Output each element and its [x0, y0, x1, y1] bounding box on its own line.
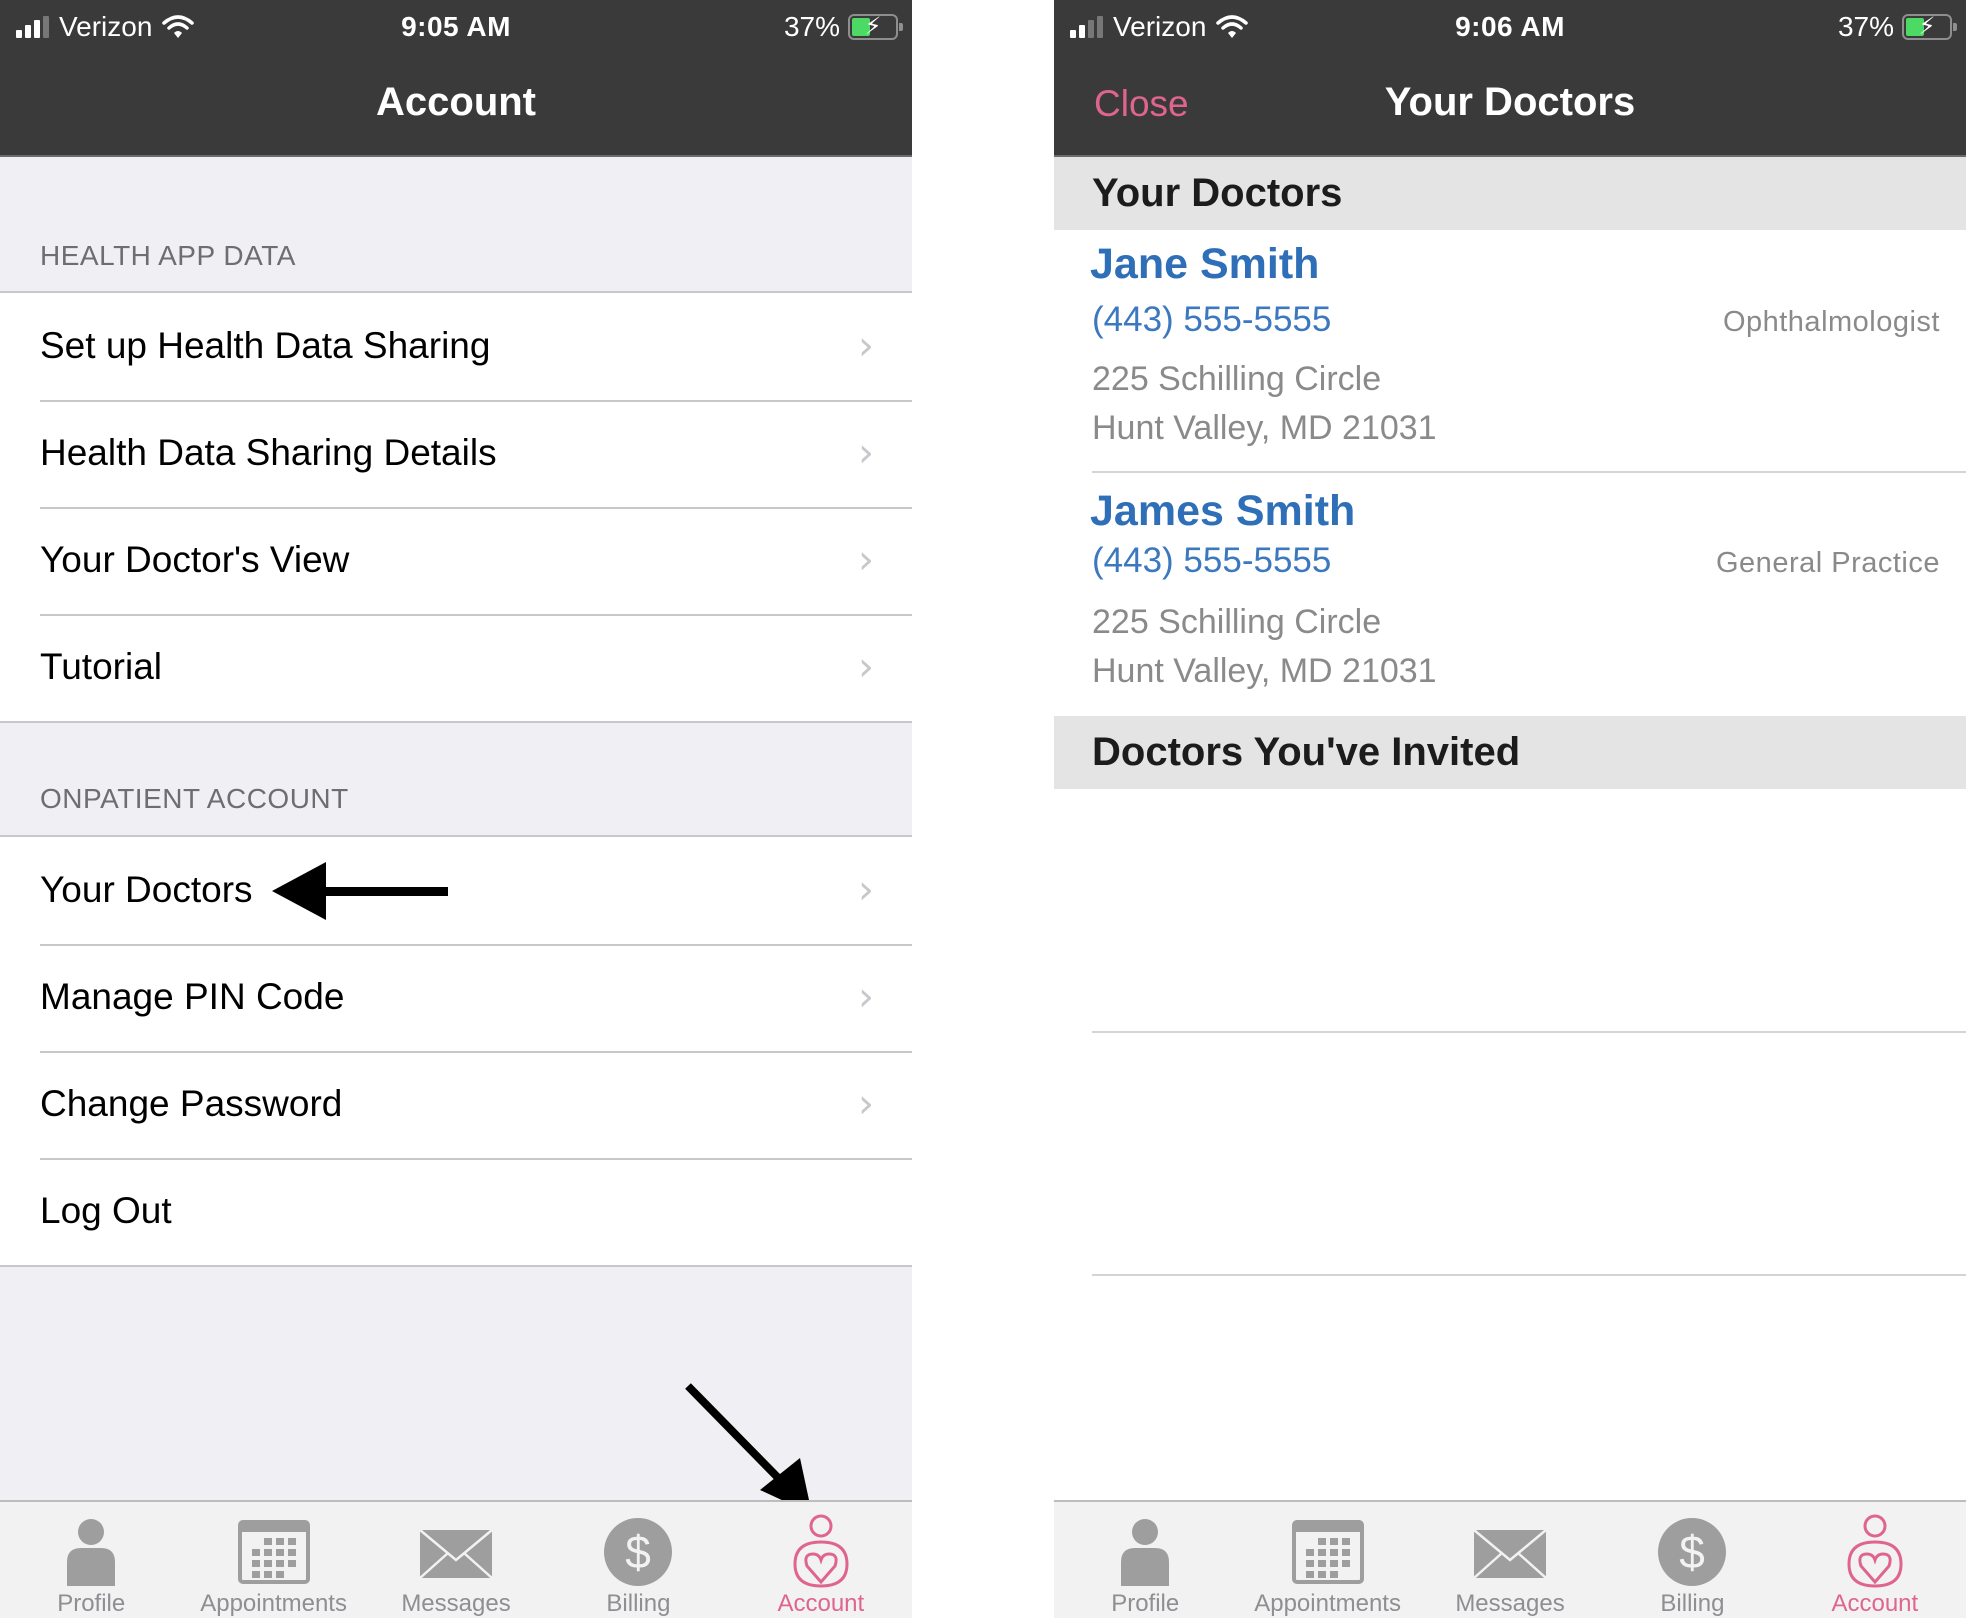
- menu-item-label: Your Doctor's View: [40, 539, 350, 580]
- menu-item-tutorial[interactable]: Tutorial ›: [0, 614, 912, 721]
- menu-item-label: Change Password: [40, 1083, 343, 1124]
- svg-text:$: $: [1680, 1526, 1706, 1578]
- charging-bolt-icon: ⚡: [1918, 13, 1936, 40]
- navigation-bar: Close Your Doctors: [1054, 55, 1966, 157]
- menu-item-health-data-sharing-details[interactable]: Health Data Sharing Details ›: [0, 400, 912, 507]
- battery-icon: ⚡: [848, 13, 903, 40]
- page-title: Your Doctors: [1384, 80, 1636, 124]
- dollar-icon: $: [604, 1518, 673, 1586]
- doctor-address-line1: 225 Schilling Circle: [1092, 603, 1382, 641]
- person-icon: [67, 1519, 116, 1586]
- tab-messages[interactable]: Messages: [365, 1502, 547, 1618]
- tab-billing[interactable]: $ Billing: [547, 1502, 729, 1618]
- battery-icon: ⚡: [1902, 13, 1957, 40]
- menu-item-label: Your Doctors: [40, 869, 253, 910]
- tab-account[interactable]: Account: [730, 1502, 912, 1618]
- menu-item-label: Health Data Sharing Details: [40, 432, 497, 473]
- dollar-icon: $: [1658, 1518, 1727, 1586]
- tab-bar: Profile Appointments Messages $ Billing …: [0, 1500, 912, 1618]
- doctor-address-line2: Hunt Valley, MD 21031: [1092, 409, 1437, 447]
- section-header-onpatient-account: ONPATIENT ACCOUNT: [40, 783, 349, 814]
- tab-label: Messages: [1455, 1590, 1565, 1617]
- chevron-right-icon: ›: [858, 323, 874, 369]
- menu-item-label: Tutorial: [40, 646, 163, 687]
- doctor-phone-link[interactable]: (443) 555-5555: [1092, 300, 1331, 340]
- tab-label: Profile: [1111, 1590, 1180, 1617]
- menu-item-your-doctors-view[interactable]: Your Doctor's View ›: [0, 507, 912, 614]
- tab-label: Account: [1831, 1590, 1919, 1617]
- clock: 9:05 AM: [401, 11, 511, 42]
- empty-row-divider: [1092, 1031, 1966, 1033]
- svg-text:$: $: [626, 1526, 652, 1578]
- battery-percent: 37%: [1837, 11, 1894, 42]
- your-doctors-screen: Verizon 9:06 AM 37% ⚡ Close Your Doctors…: [1054, 0, 1966, 1618]
- doctor-specialty: Ophthalmologist: [1722, 306, 1940, 338]
- navigation-bar: Account: [0, 55, 912, 157]
- tab-label: Account: [777, 1590, 865, 1617]
- tab-label: Appointments: [1254, 1590, 1401, 1617]
- doctor-name[interactable]: Jane Smith: [1090, 240, 1319, 289]
- battery-percent: 37%: [783, 11, 840, 42]
- tab-bar: Profile Appointments Messages $ Billing …: [1054, 1500, 1966, 1618]
- section-header-doctors-invited: Doctors You've Invited: [1054, 716, 1966, 789]
- tab-appointments[interactable]: Appointments: [182, 1502, 364, 1618]
- tab-profile[interactable]: Profile: [0, 1502, 182, 1618]
- account-heart-icon: [1847, 1514, 1903, 1588]
- menu-item-log-out[interactable]: Log Out: [0, 1158, 912, 1265]
- envelope-icon: [419, 1529, 493, 1579]
- doctor-name[interactable]: James Smith: [1090, 487, 1355, 536]
- annotation-arrow-diagonal: [685, 1383, 812, 1514]
- chevron-right-icon: ›: [858, 430, 874, 476]
- calendar-icon: [237, 1520, 310, 1584]
- tab-label: Billing: [606, 1590, 671, 1617]
- doctor-list-item[interactable]: Jane Smith (443) 555-5555 Ophthalmologis…: [1054, 230, 1966, 473]
- tab-billing[interactable]: $ Billing: [1601, 1502, 1783, 1618]
- tab-profile[interactable]: Profile: [1054, 1502, 1236, 1618]
- chevron-right-icon: ›: [858, 867, 874, 913]
- chevron-right-icon: ›: [858, 644, 874, 690]
- tab-account[interactable]: Account: [1784, 1502, 1966, 1618]
- doctor-address-line2: Hunt Valley, MD 21031: [1092, 652, 1437, 690]
- tab-label: Appointments: [200, 1590, 347, 1617]
- chevron-right-icon: ›: [858, 1081, 874, 1127]
- section-title: Doctors You've Invited: [1092, 730, 1521, 774]
- envelope-icon: [1473, 1529, 1547, 1579]
- tab-label: Profile: [57, 1590, 126, 1617]
- status-bar: Verizon 9:06 AM 37% ⚡: [1054, 0, 1966, 55]
- doctor-specialty: General Practice: [1716, 547, 1940, 579]
- status-bar: Verizon 9:05 AM 37% ⚡: [0, 0, 912, 55]
- doctor-address-line1: 225 Schilling Circle: [1092, 360, 1382, 398]
- account-screen: Verizon 9:05 AM 37% ⚡ Account HEALTH APP…: [0, 0, 912, 1618]
- empty-row-divider: [1092, 1274, 1966, 1276]
- menu-item-label: Set up Health Data Sharing: [40, 325, 491, 366]
- health-app-data-group: Set up Health Data Sharing › Health Data…: [0, 291, 912, 723]
- tab-appointments[interactable]: Appointments: [1236, 1502, 1418, 1618]
- tab-label: Messages: [401, 1590, 511, 1617]
- clock: 9:06 AM: [1455, 11, 1565, 42]
- menu-item-setup-health-data-sharing[interactable]: Set up Health Data Sharing ›: [0, 293, 912, 400]
- menu-item-label: Log Out: [40, 1190, 172, 1231]
- section-title: Your Doctors: [1092, 171, 1343, 215]
- doctor-phone-link[interactable]: (443) 555-5555: [1092, 541, 1331, 581]
- page-title: Account: [376, 80, 536, 124]
- onpatient-account-group: Your Doctors › Manage PIN Code › Change …: [0, 835, 912, 1267]
- charging-bolt-icon: ⚡: [864, 13, 882, 40]
- tab-label: Billing: [1660, 1590, 1725, 1617]
- menu-item-manage-pin-code[interactable]: Manage PIN Code ›: [0, 944, 912, 1051]
- tab-messages[interactable]: Messages: [1419, 1502, 1601, 1618]
- chevron-right-icon: ›: [858, 974, 874, 1020]
- calendar-icon: [1291, 1520, 1364, 1584]
- section-header-health-app-data: HEALTH APP DATA: [40, 240, 296, 271]
- chevron-right-icon: ›: [858, 537, 874, 583]
- menu-item-your-doctors[interactable]: Your Doctors ›: [0, 837, 912, 944]
- doctor-list-item[interactable]: James Smith (443) 555-5555 General Pract…: [1054, 473, 1966, 716]
- account-heart-icon: [793, 1514, 849, 1588]
- person-icon: [1121, 1519, 1170, 1586]
- section-header-your-doctors: Your Doctors: [1054, 157, 1966, 230]
- menu-item-label: Manage PIN Code: [40, 976, 345, 1017]
- menu-item-change-password[interactable]: Change Password ›: [0, 1051, 912, 1158]
